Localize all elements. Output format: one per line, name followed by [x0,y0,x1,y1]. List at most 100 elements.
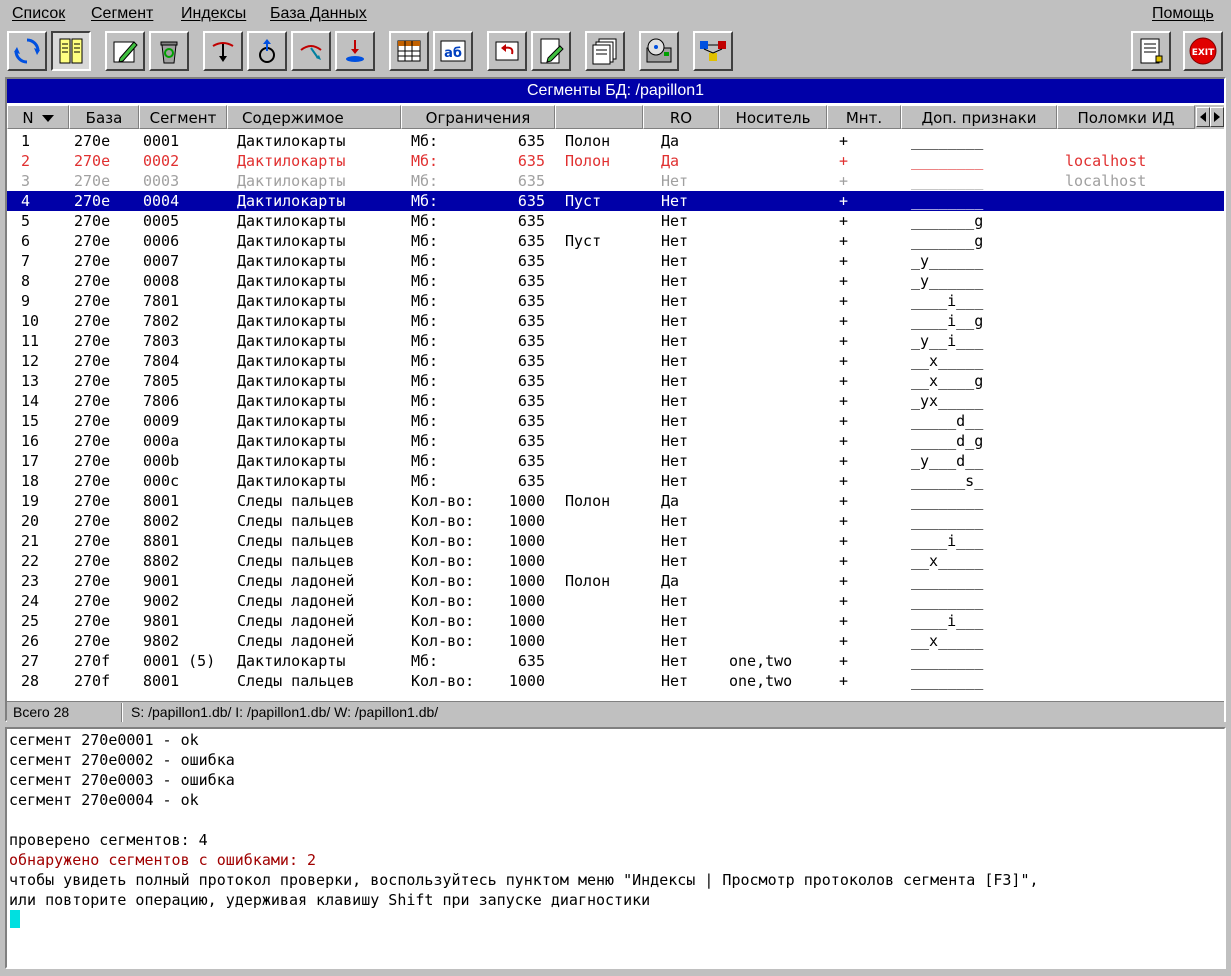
cell-base: 270e [74,612,111,630]
cell-content: Дактилокарты [237,332,346,350]
table-row[interactable]: 20 270e 8002 Следы пальцев Кол-во: 1000 Нет + __… [7,511,1224,531]
cell-extra: ________ [911,192,984,210]
cell-seg: 8801 [143,532,180,550]
document-edit-icon [540,38,564,64]
col-header-content[interactable]: Содержимое [227,105,401,129]
table-row[interactable]: 2 270e 0002 Дактилокарты Мб: 635 Полон Да + _____… [7,151,1224,171]
table-row[interactable]: 18 270e 000c Дактилокарты Мб: 635 Нет + ______s_ [7,471,1224,491]
network-db-button[interactable] [693,31,733,71]
table-row[interactable]: 12 270e 7804 Дактилокарты Мб: 635 Нет + __x_____ [7,351,1224,371]
table-row[interactable]: 24 270e 9002 Следы ладоней Кол-во: 1000 Нет + __… [7,591,1224,611]
table-row[interactable]: 8 270e 0008 Дактилокарты Мб: 635 Нет + _y______ [7,271,1224,291]
table-row[interactable]: 23 270e 9001 Следы ладоней Кол-во: 1000 Полон Д… [7,571,1224,591]
cell-lim: Мб: [411,152,439,170]
cell-mnt: + [839,152,849,170]
cell-seg: 000a [143,432,180,450]
diagnostics-log[interactable]: сегмент 270e0001 - ok сегмент 270e0002 - … [5,727,1226,969]
cell-base: 270e [74,532,111,550]
undo-button[interactable] [487,31,527,71]
table-row[interactable]: 11 270e 7803 Дактилокарты Мб: 635 Нет + _y__i___ [7,331,1224,351]
cell-extra: ____i__g [911,312,984,330]
table-row[interactable]: 7 270e 0007 Дактилокарты Мб: 635 Нет + _y______ [7,251,1224,271]
rename-button[interactable]: аб [433,31,473,71]
scroll-left-button[interactable] [1196,107,1210,127]
db-load-button[interactable] [335,31,375,71]
cell-mnt: + [839,172,849,190]
cell-val: 635 [517,152,545,170]
exit-icon: EXIT [1189,37,1217,65]
cell-content: Дактилокарты [237,472,346,490]
cell-n: 12 [21,352,40,370]
cell-ro: Нет [661,552,689,570]
col-header-segment[interactable]: Сегмент [139,105,227,129]
pages-stack-button[interactable] [585,31,625,71]
scroll-right-button[interactable] [1210,107,1224,127]
col-header-base[interactable]: База [69,105,139,129]
disk-check-button[interactable] [639,31,679,71]
table-row[interactable]: 19 270e 8001 Следы пальцев Кол-во: 1000 Полон Д… [7,491,1224,511]
cell-base: 270e [74,552,111,570]
cell-extra: _____d__ [911,412,984,430]
table-row[interactable]: 28 270f 8001 Следы пальцев Кол-во: 1000 Нет one… [7,671,1224,691]
table-row[interactable]: 10 270e 7802 Дактилокарты Мб: 635 Нет + ____i__g [7,311,1224,331]
table-row[interactable]: 5 270e 0005 Дактилокарты Мб: 635 Нет + _______g [7,211,1224,231]
ab-rename-icon: аб [440,40,466,62]
document-edit-button[interactable] [531,31,571,71]
table-row[interactable]: 15 270e 0009 Дактилокарты Мб: 635 Нет + _____d__ [7,411,1224,431]
cell-lim: Мб: [411,312,439,330]
menu-segment[interactable]: Сегмент [91,5,153,23]
db-link-button[interactable] [291,31,331,71]
menu-indexes[interactable]: Индексы [181,5,246,23]
table-row[interactable]: 13 270e 7805 Дактилокарты Мб: 635 Нет + __x____g [7,371,1224,391]
recycle-bin-button[interactable] [149,31,189,71]
col-header-fill[interactable] [555,105,643,129]
table-row[interactable]: 16 270e 000a Дактилокарты Мб: 635 Нет + _____d_g [7,431,1224,451]
table-row[interactable]: 21 270e 8801 Следы пальцев Кол-во: 1000 Нет + __… [7,531,1224,551]
table-row[interactable]: 1 270e 0001 Дактилокарты Мб: 635 Полон Да + _____… [7,131,1224,151]
cell-lim: Мб: [411,192,439,210]
cell-ro: Нет [661,192,689,210]
col-header-media[interactable]: Носитель [719,105,827,129]
cell-seg: 0002 [143,152,180,170]
table-row[interactable]: 27 270f 0001 (5) Дактилокарты Мб: 635 Нет one,t… [7,651,1224,671]
col-header-extra[interactable]: Доп. признаки [901,105,1057,129]
menu-database[interactable]: База Данных [270,5,367,23]
table-row[interactable]: 3 270e 0003 Дактилокарты Мб: 635 Нет + ________ l… [7,171,1224,191]
col-header-broken[interactable]: Поломки ИД [1057,105,1195,129]
cell-val: 1000 [508,552,545,570]
table-row[interactable]: 4 270e 0004 Дактилокарты Мб: 635 Пуст Нет + _____… [7,191,1224,211]
menu-help[interactable]: Помощь [1152,5,1214,23]
columns-view-button[interactable] [51,31,91,71]
exit-button[interactable]: EXIT [1183,31,1223,71]
col-header-n[interactable]: N [7,105,69,129]
col-header-mnt[interactable]: Мнт. [827,105,901,129]
cell-extra: _______g [911,212,984,230]
db-up-button[interactable] [247,31,287,71]
cell-ro: Да [661,132,680,150]
cell-mnt: + [839,612,849,630]
grid-table-button[interactable] [389,31,429,71]
cell-content: Дактилокарты [237,172,346,190]
table-row[interactable]: 17 270e 000b Дактилокарты Мб: 635 Нет + _y___d__ [7,451,1224,471]
col-header-ro[interactable]: RO [643,105,719,129]
refresh-button[interactable] [7,31,47,71]
network-db-icon [700,41,726,61]
table-row[interactable]: 14 270e 7806 Дактилокарты Мб: 635 Нет + _yx_____ [7,391,1224,411]
db-down-button[interactable] [203,31,243,71]
table-row[interactable]: 6 270e 0006 Дактилокарты Мб: 635 Пуст Нет + _____… [7,231,1224,251]
edit-button[interactable] [105,31,145,71]
cell-seg: 7806 [143,392,180,410]
cell-extra: ________ [911,652,984,670]
notes-button[interactable] [1131,31,1171,71]
table-row[interactable]: 26 270e 9802 Следы ладоней Кол-во: 1000 Нет + __… [7,631,1224,651]
cell-content: Следы ладоней [237,572,355,590]
cell-extra: ________ [911,672,984,690]
table-row[interactable]: 22 270e 8802 Следы пальцев Кол-во: 1000 Нет + __… [7,551,1224,571]
table-row[interactable]: 9 270e 7801 Дактилокарты Мб: 635 Нет + ____i___ [7,291,1224,311]
table-row[interactable]: 25 270e 9801 Следы ладоней Кол-во: 1000 Нет + __… [7,611,1224,631]
cell-content: Дактилокарты [237,412,346,430]
cell-base: 270e [74,132,111,150]
menu-list[interactable]: Список [12,5,65,23]
log-line: или повторите операцию, удерживая клавиш… [9,891,651,909]
col-header-limits[interactable]: Ограничения [401,105,555,129]
